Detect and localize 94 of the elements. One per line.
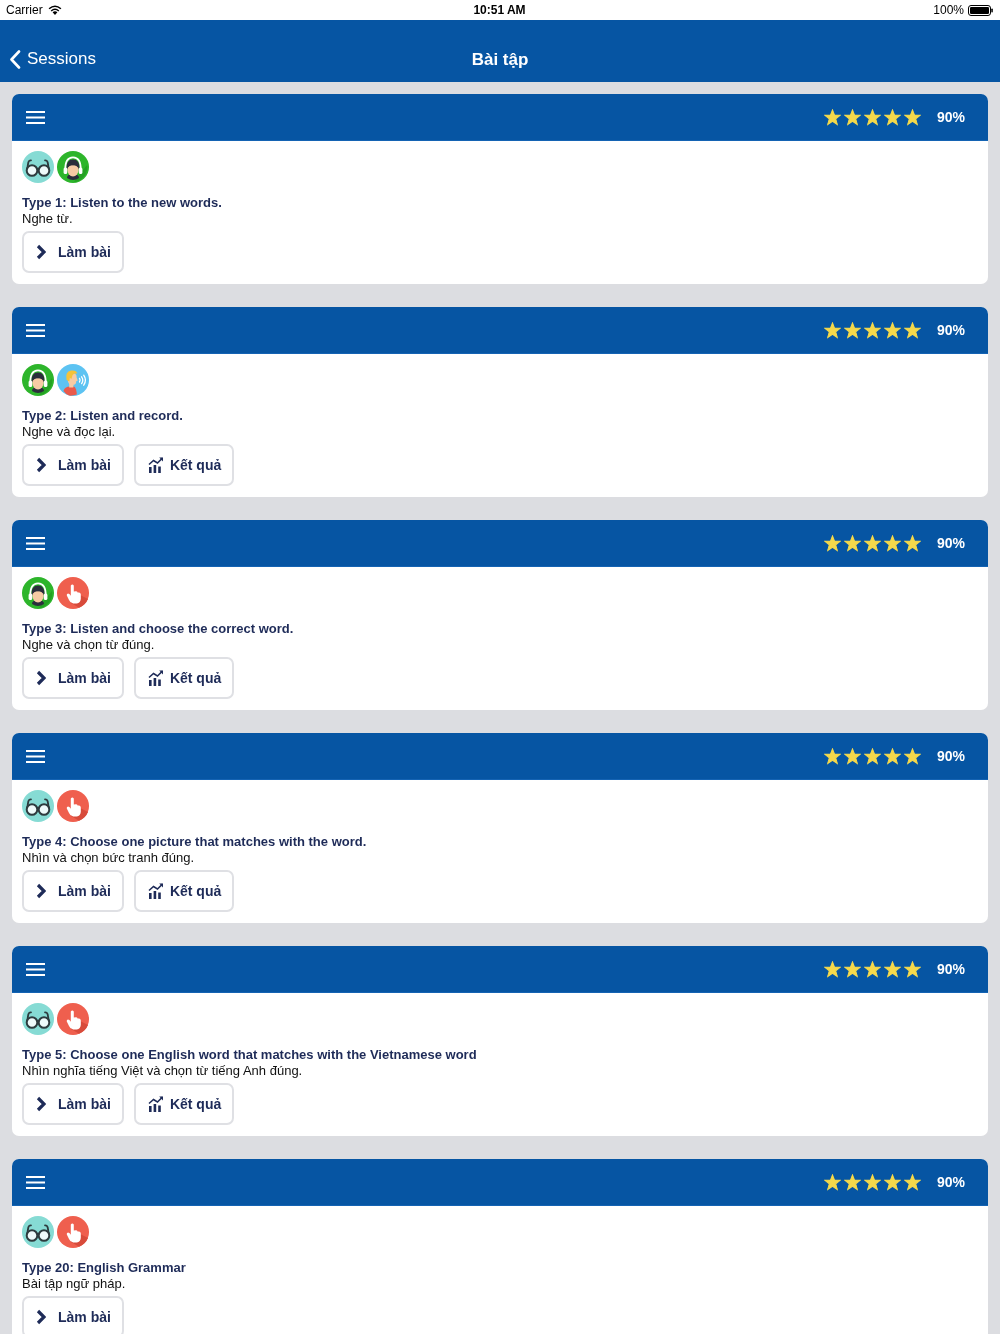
wifi-icon bbox=[47, 5, 62, 15]
menu-icon[interactable] bbox=[26, 962, 45, 976]
star-icon bbox=[863, 108, 881, 126]
start-exercise-button[interactable]: Làm bài bbox=[22, 444, 124, 486]
star-icon bbox=[883, 1173, 901, 1191]
carrier-text: Carrier bbox=[6, 3, 43, 17]
bar-chart-icon bbox=[147, 883, 164, 899]
star-icon bbox=[843, 534, 861, 552]
star-icon bbox=[903, 321, 921, 339]
star-icon bbox=[883, 321, 901, 339]
star-icon bbox=[863, 321, 881, 339]
results-button[interactable]: Kết quả bbox=[133, 870, 235, 912]
star-icon bbox=[863, 1173, 881, 1191]
glasses-icon bbox=[22, 151, 54, 183]
menu-icon[interactable] bbox=[26, 323, 45, 337]
start-exercise-button[interactable]: Làm bài bbox=[22, 1083, 124, 1125]
back-chevron-icon bbox=[9, 49, 21, 69]
score-text: 90% bbox=[936, 322, 965, 338]
bar-chart-icon bbox=[147, 457, 164, 473]
exercise-subtitle: Nghe và đọc lại. bbox=[22, 424, 116, 440]
chevron-icon bbox=[36, 1096, 46, 1112]
star-icon bbox=[843, 108, 861, 126]
results-button[interactable]: Kết quả bbox=[133, 657, 235, 699]
exercise-subtitle: Nhìn và chọn bức tranh đúng. bbox=[22, 850, 195, 866]
star-icon bbox=[843, 747, 861, 765]
star-icon bbox=[863, 747, 881, 765]
star-icon bbox=[863, 960, 881, 978]
bar-chart-icon bbox=[147, 1096, 164, 1112]
chevron-icon bbox=[36, 244, 46, 260]
back-button[interactable]: Sessions bbox=[9, 49, 96, 69]
speaking-person-icon bbox=[57, 364, 89, 396]
start-exercise-button[interactable]: Làm bài bbox=[22, 1296, 124, 1334]
star-icon bbox=[823, 534, 841, 552]
star-icon bbox=[883, 747, 901, 765]
exercise-title: Type 2: Listen and record. bbox=[22, 408, 183, 424]
pointing-hand-icon bbox=[57, 577, 89, 609]
glasses-icon bbox=[22, 790, 54, 822]
star-icon bbox=[843, 960, 861, 978]
chevron-icon bbox=[36, 1309, 46, 1325]
menu-icon[interactable] bbox=[26, 110, 45, 124]
chevron-icon bbox=[36, 670, 46, 686]
exercise-subtitle: Nghe từ. bbox=[22, 211, 73, 227]
score-text: 90% bbox=[936, 535, 965, 551]
exercise-subtitle: Bài tập ngữ pháp. bbox=[22, 1276, 126, 1292]
start-exercise-button[interactable]: Làm bài bbox=[22, 657, 124, 699]
star-icon bbox=[903, 108, 921, 126]
menu-icon[interactable] bbox=[26, 749, 45, 763]
clock-text: 10:51 AM bbox=[473, 3, 526, 17]
star-icon bbox=[823, 747, 841, 765]
exercise-subtitle: Nghe và chọn từ đúng. bbox=[22, 637, 155, 653]
pointing-hand-icon bbox=[57, 1003, 89, 1035]
results-button[interactable]: Kết quả bbox=[133, 1083, 235, 1125]
star-icon bbox=[883, 960, 901, 978]
headphones-person-icon bbox=[22, 577, 54, 609]
score-text: 90% bbox=[936, 109, 965, 125]
start-exercise-button[interactable]: Làm bài bbox=[22, 870, 124, 912]
menu-icon[interactable] bbox=[26, 536, 45, 550]
star-icon bbox=[843, 1173, 861, 1191]
star-icon bbox=[823, 108, 841, 126]
results-button[interactable]: Kết quả bbox=[133, 444, 235, 486]
glasses-icon bbox=[22, 1216, 54, 1248]
exercise-title: Type 20: English Grammar bbox=[22, 1260, 186, 1276]
star-icon bbox=[903, 1173, 921, 1191]
battery-percent-text: 100% bbox=[933, 3, 964, 17]
star-icon bbox=[903, 960, 921, 978]
star-icon bbox=[903, 747, 921, 765]
glasses-icon bbox=[22, 1003, 54, 1035]
headphones-person-icon bbox=[57, 151, 89, 183]
score-text: 90% bbox=[936, 1174, 965, 1190]
score-text: 90% bbox=[936, 961, 965, 977]
chevron-icon bbox=[36, 883, 46, 899]
exercise-title: Type 1: Listen to the new words. bbox=[22, 195, 222, 211]
star-icon bbox=[823, 1173, 841, 1191]
pointing-hand-icon bbox=[57, 790, 89, 822]
star-icon bbox=[823, 960, 841, 978]
score-text: 90% bbox=[936, 748, 965, 764]
exercise-title: Type 5: Choose one English word that matches with the Vietnamese word bbox=[22, 1047, 477, 1063]
chevron-icon bbox=[36, 457, 46, 473]
star-icon bbox=[903, 534, 921, 552]
star-icon bbox=[843, 321, 861, 339]
star-icon bbox=[883, 534, 901, 552]
star-icon bbox=[823, 321, 841, 339]
pointing-hand-icon bbox=[57, 1216, 89, 1248]
screen-title: Bài tập bbox=[471, 50, 529, 69]
bar-chart-icon bbox=[147, 670, 164, 686]
exercise-subtitle: Nhìn nghĩa tiếng Việt và chọn từ tiếng Anh đúng. bbox=[22, 1063, 303, 1079]
headphones-person-icon bbox=[22, 364, 54, 396]
start-exercise-button[interactable]: Làm bài bbox=[22, 231, 124, 273]
star-icon bbox=[863, 534, 881, 552]
star-icon bbox=[883, 108, 901, 126]
exercise-title: Type 3: Listen and choose the correct word. bbox=[22, 621, 294, 637]
exercise-title: Type 4: Choose one picture that matches with the word. bbox=[22, 834, 367, 850]
menu-icon[interactable] bbox=[26, 1175, 45, 1189]
battery-icon bbox=[968, 4, 993, 16]
